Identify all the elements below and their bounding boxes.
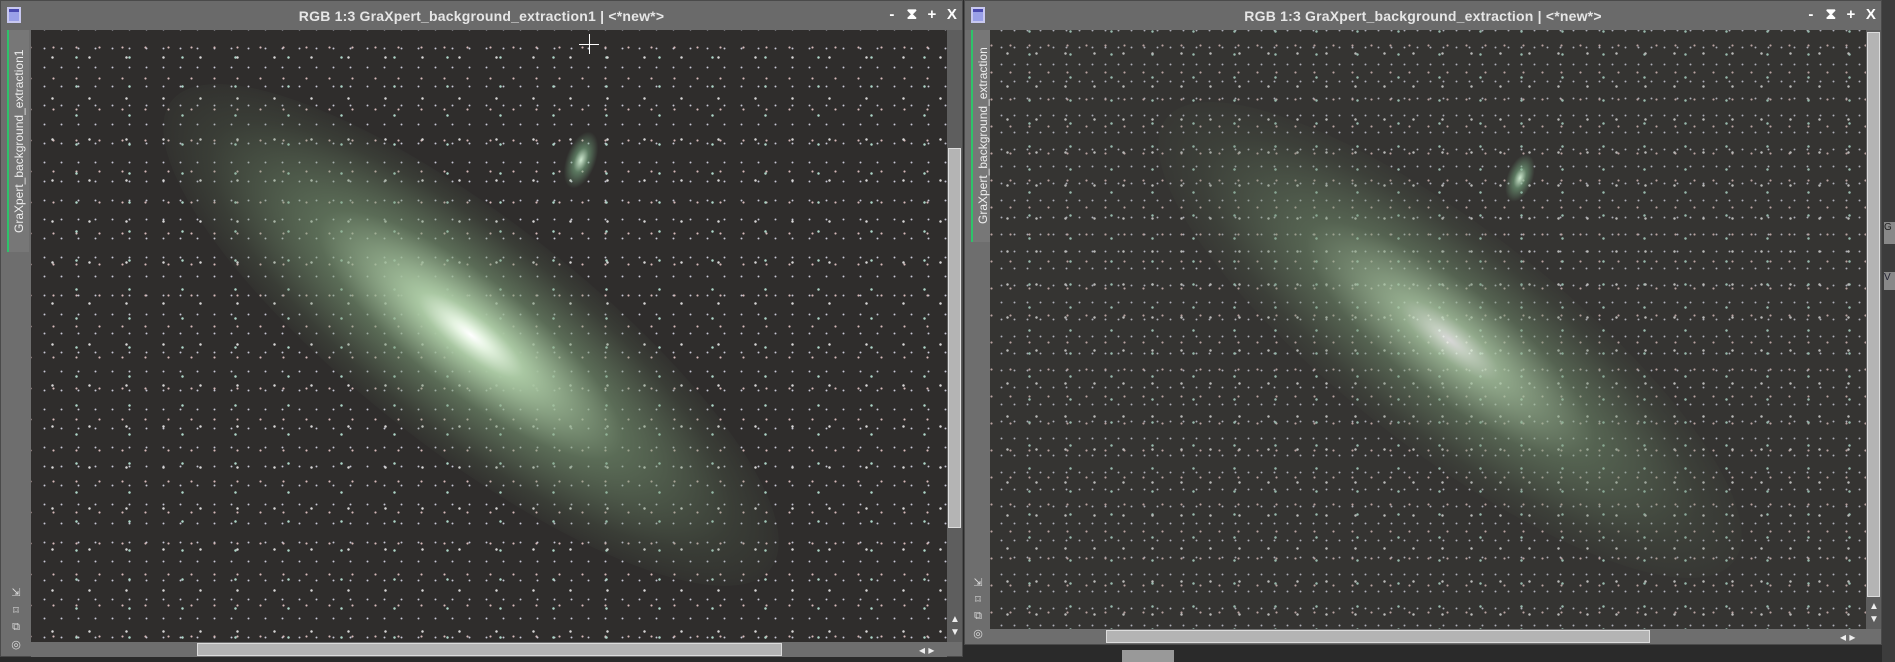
right-panel <box>1882 0 1895 662</box>
scroll-down-arrow[interactable]: ▼ <box>1869 614 1879 625</box>
horizontal-scroll-thumb[interactable] <box>1106 630 1650 643</box>
scroll-up-arrow[interactable]: ▲ <box>1869 601 1879 612</box>
target-icon[interactable]: ◎ <box>971 627 985 640</box>
horizontal-scrollbar[interactable]: ◂ ▸ <box>990 629 1866 644</box>
zoom-icon[interactable]: ⌑ <box>9 604 23 617</box>
vertical-scrollbar[interactable]: ▲ ▼ <box>1866 30 1881 629</box>
window-title: RGB 1:3 GraXpert_background_extraction |… <box>1244 7 1602 24</box>
scroll-left-right-arrows[interactable]: ◂ ▸ <box>1840 630 1855 644</box>
copy-icon[interactable]: ⧉ <box>971 610 985 623</box>
maximize-button[interactable]: + <box>926 6 938 23</box>
fit-view-icon[interactable]: ⇲ <box>971 576 985 589</box>
target-icon[interactable]: ◎ <box>9 638 23 651</box>
panel-button[interactable]: V <box>1884 272 1895 290</box>
copy-icon[interactable]: ⧉ <box>9 621 23 634</box>
image-view[interactable] <box>31 30 947 642</box>
window-title: RGB 1:3 GraXpert_background_extraction1 … <box>298 7 665 24</box>
window-icon[interactable] <box>7 7 21 23</box>
minimize-button[interactable]: - <box>886 6 898 23</box>
vertical-scroll-thumb[interactable] <box>1867 32 1880 597</box>
view-tab-label: GraXpert_background_extraction <box>976 47 990 225</box>
minimize-button[interactable]: - <box>1805 6 1817 23</box>
shade-button[interactable]: ⧗ <box>1825 6 1837 23</box>
maximize-button[interactable]: + <box>1845 6 1857 23</box>
zoom-icon[interactable]: ⌑ <box>971 593 985 606</box>
fit-view-icon[interactable]: ⇲ <box>9 586 23 599</box>
view-tab-label: GraXpert_background_extraction1 <box>12 49 26 233</box>
image-window-1: RGB 1:3 GraXpert_background_extraction1 … <box>0 0 963 657</box>
panel-button[interactable]: G <box>1884 222 1895 244</box>
crosshair-cursor <box>589 34 590 54</box>
close-button[interactable]: X <box>1865 6 1877 23</box>
shade-button[interactable]: ⧗ <box>906 6 918 23</box>
vertical-scrollbar[interactable]: ▲ ▼ <box>947 30 962 642</box>
view-tab[interactable]: GraXpert_background_extraction1 <box>7 30 29 252</box>
scroll-down-arrow[interactable]: ▼ <box>950 627 960 638</box>
window-icon[interactable] <box>971 7 985 23</box>
taskbar-thumbnail[interactable] <box>1122 650 1174 662</box>
image-window-2: RGB 1:3 GraXpert_background_extraction |… <box>964 0 1882 645</box>
window-titlebar[interactable]: RGB 1:3 GraXpert_background_extraction1 … <box>1 1 962 30</box>
vertical-scroll-thumb[interactable] <box>948 148 961 528</box>
horizontal-scrollbar[interactable]: ◂ ▸ <box>31 642 947 657</box>
window-titlebar[interactable]: RGB 1:3 GraXpert_background_extraction |… <box>965 1 1881 30</box>
scroll-up-arrow[interactable]: ▲ <box>950 614 960 625</box>
scroll-left-right-arrows[interactable]: ◂ ▸ <box>919 643 934 657</box>
image-view[interactable] <box>990 30 1866 629</box>
close-button[interactable]: X <box>946 6 958 23</box>
horizontal-scroll-thumb[interactable] <box>197 643 782 656</box>
